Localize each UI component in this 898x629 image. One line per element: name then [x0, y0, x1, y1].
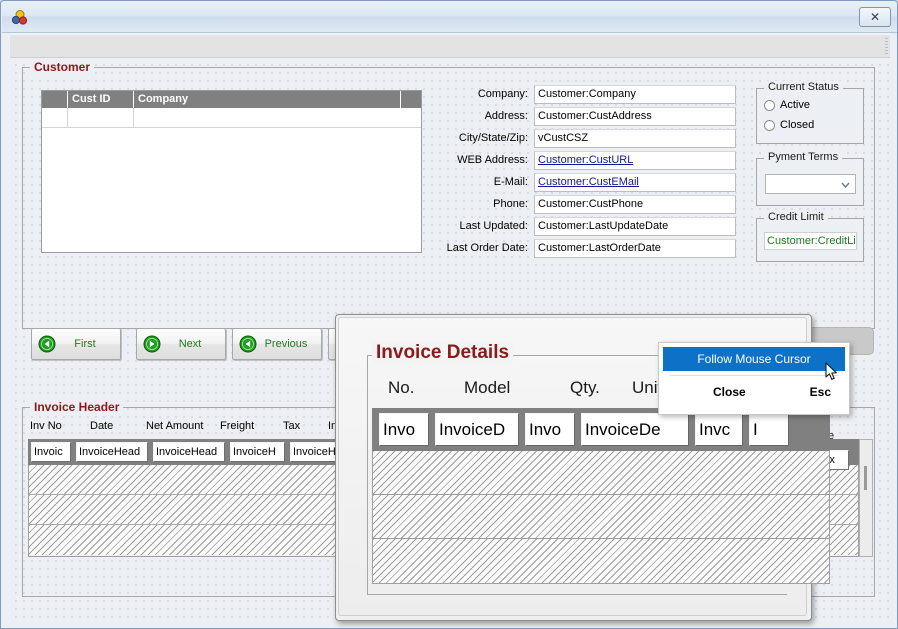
- table-row[interactable]: [373, 495, 829, 539]
- invhdr-field-net-amount[interactable]: InvoiceHead: [153, 442, 225, 462]
- arrow-left-circle-icon: [239, 335, 257, 353]
- scrollbar-thumb[interactable]: [864, 466, 867, 490]
- field-email-value[interactable]: Customer:CustEMail: [534, 173, 736, 192]
- chevron-down-icon: [840, 179, 851, 190]
- menu-item-follow-mouse-cursor[interactable]: Follow Mouse Cursor: [663, 347, 845, 371]
- detail-field-model[interactable]: InvoiceD: [435, 413, 519, 446]
- nav-next-label: Next: [178, 338, 202, 350]
- grid-cell-selector: [42, 108, 68, 127]
- current-status-legend: Current Status: [764, 81, 843, 93]
- grid-column-selector: [42, 91, 68, 108]
- arrow-right-circle-icon: [143, 335, 161, 353]
- detail-field-six[interactable]: I: [749, 413, 789, 446]
- field-phone-value[interactable]: Customer:CustPhone: [534, 195, 736, 214]
- table-row[interactable]: [373, 451, 829, 495]
- field-web-address-label: WEB Address:: [457, 154, 528, 166]
- detail-field-qty[interactable]: Invo: [525, 413, 575, 446]
- field-last-updated-label: Last Updated:: [459, 220, 529, 232]
- design-surface: Customer Cust ID Company Company: Custom…: [10, 59, 890, 621]
- field-last-order-date-value[interactable]: Customer:LastOrderDate: [534, 239, 736, 258]
- current-status-group: Current Status Active Closed: [756, 81, 864, 144]
- menu-close-shortcut: Esc: [809, 385, 831, 399]
- invhdr-field-freight[interactable]: InvoiceH: [230, 442, 285, 462]
- arrow-left-circle-icon: [38, 335, 56, 353]
- close-icon: ✕: [869, 10, 881, 24]
- radio-closed-label: Closed: [780, 119, 815, 131]
- credit-limit-group: Credit Limit Customer:CreditLir: [756, 211, 864, 262]
- main-window: ✕ Customer Cust ID Company Company: Cust…: [0, 0, 898, 629]
- nav-first-label: First: [74, 338, 96, 350]
- column-model: Model: [464, 378, 511, 397]
- detail-field-five[interactable]: Invc: [695, 413, 743, 446]
- column-tax: Tax: [283, 420, 301, 432]
- field-company-label: Company:: [477, 88, 528, 100]
- follow-mouse-cursor-label: Follow Mouse Cursor: [697, 352, 811, 366]
- menu-item-close[interactable]: Close Esc: [663, 379, 845, 405]
- column-qty: Qty.: [570, 378, 600, 397]
- nav-previous-button[interactable]: Previous: [232, 328, 322, 360]
- payment-terms-legend: Pyment Terms: [764, 151, 843, 163]
- menu-separator: [669, 375, 839, 376]
- title-bar: ✕: [2, 2, 897, 33]
- field-address-label: Address:: [484, 110, 528, 122]
- tool-strip: [10, 34, 890, 58]
- mouse-cursor-icon: [825, 362, 839, 382]
- column-no: No.: [388, 378, 415, 397]
- invoice-header-legend: Invoice Header: [30, 400, 124, 414]
- radio-button-icon: [764, 119, 775, 131]
- radio-closed[interactable]: Closed: [764, 119, 814, 131]
- menu-close-label: Close: [713, 385, 746, 399]
- window-close-button[interactable]: ✕: [859, 7, 891, 27]
- field-city-state-zip-label: City/State/Zip:: [458, 132, 528, 144]
- invoice-details-legend: Invoice Details: [372, 342, 514, 364]
- invhdr-field-date[interactable]: InvoiceHead: [76, 442, 148, 462]
- field-web-address-value[interactable]: Customer:CustURL: [534, 151, 736, 170]
- column-net-amount: Net Amount: [146, 420, 204, 432]
- column-inv-no: Inv No: [30, 420, 62, 432]
- context-menu: Follow Mouse Cursor Close Esc: [658, 342, 850, 415]
- grip-icon: [885, 38, 888, 54]
- field-email-label: E-Mail:: [493, 176, 528, 188]
- payment-terms-select[interactable]: [765, 174, 856, 194]
- invoice-header-scrollbar[interactable]: [859, 439, 873, 557]
- radio-button-icon: [764, 99, 775, 111]
- detail-field-no[interactable]: Invo: [379, 413, 429, 446]
- field-last-order-date-label: Last Order Date:: [446, 242, 528, 254]
- payment-terms-group: Pyment Terms: [756, 151, 864, 206]
- column-freight: Freight: [220, 420, 255, 432]
- field-company-value[interactable]: Customer:Company: [534, 85, 736, 104]
- radio-active[interactable]: Active: [764, 99, 810, 111]
- customer-group: Customer Cust ID Company Company: Custom…: [22, 60, 875, 329]
- detail-field-unit[interactable]: InvoiceDe: [581, 413, 689, 446]
- credit-limit-value[interactable]: Customer:CreditLir: [764, 232, 857, 250]
- application-window: ✕ Customer Cust ID Company Company: Cust…: [0, 0, 898, 629]
- field-phone-label: Phone:: [493, 198, 528, 210]
- column-date: Date: [90, 420, 114, 432]
- grid-cell-cust-id: [68, 108, 134, 127]
- customer-group-legend: Customer: [30, 60, 95, 74]
- field-city-state-zip-value[interactable]: vCustCSZ: [534, 129, 736, 148]
- field-last-updated-value[interactable]: Customer:LastUpdateDate: [534, 217, 736, 236]
- nav-previous-label: Previous: [264, 338, 308, 350]
- spheres-icon: [11, 9, 29, 27]
- credit-limit-legend: Credit Limit: [764, 211, 828, 223]
- table-row[interactable]: [373, 539, 829, 583]
- invoice-details-rows[interactable]: [372, 451, 830, 584]
- field-address-value[interactable]: Customer:CustAddress: [534, 107, 736, 126]
- grid-column-cust-id: Cust ID: [68, 91, 134, 108]
- nav-next-button[interactable]: Next: [136, 328, 226, 360]
- nav-first-button[interactable]: First: [31, 328, 121, 360]
- radio-active-label: Active: [780, 99, 810, 111]
- invhdr-field-inv-no[interactable]: Invoic: [31, 442, 71, 462]
